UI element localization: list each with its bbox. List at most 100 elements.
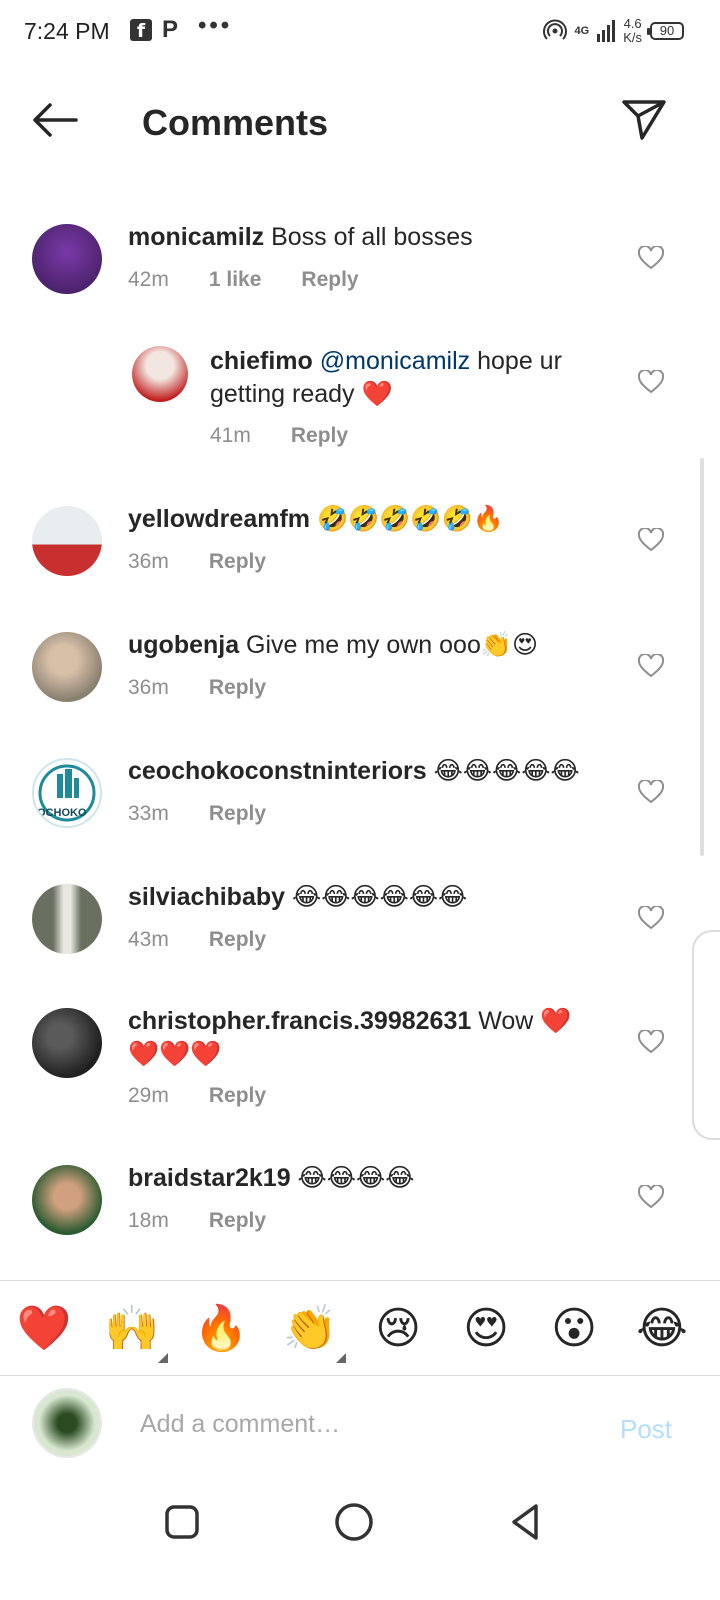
emoji-heart-eyes[interactable]: 😍 [458,1301,514,1357]
comment-time: 36m [128,550,169,573]
avatar[interactable] [32,632,102,702]
page-title: Comments [142,102,329,143]
comment-body: 😂😂😂😂 [290,1164,415,1192]
header: Comments [0,64,720,180]
comment-meta: 29m Reply [128,1084,266,1108]
comment-text: monicamilz Boss of all bosses [128,221,618,254]
system-nav-bar [0,1476,720,1600]
status-bar: 7:24 PM f P ••• 4G 4.6 K/s 90 [0,0,720,64]
mention-link[interactable]: @monicamilz [313,347,470,375]
hotspot-icon [542,19,567,40]
reply-button[interactable]: Reply [209,676,266,700]
comment-username[interactable]: monicamilz [128,223,264,251]
comment-meta: 18m Reply [128,1209,266,1233]
comment-time: 29m [128,1084,169,1107]
heart-icon[interactable] [638,906,664,930]
emoji-surprised-face[interactable]: 😮 [546,1301,602,1357]
reply-button[interactable]: Reply [209,1084,266,1108]
comment-username[interactable]: yellowdreamfm [128,505,310,533]
comment-text: braidstar2k19 😂😂😂😂 [128,1162,618,1195]
emoji-crying-face[interactable]: 😢 [370,1301,426,1357]
reply-button[interactable]: Reply [291,424,348,448]
avatar[interactable] [32,224,102,294]
heart-icon[interactable] [638,654,664,678]
skin-tone-indicator-icon [158,1353,168,1363]
avatar[interactable] [32,1165,102,1235]
recents-square-icon[interactable] [160,1500,204,1544]
battery-icon: 90 [647,22,684,40]
avatar[interactable] [32,506,102,576]
edge-panel-handle[interactable] [692,930,720,1140]
comment-input[interactable] [140,1402,580,1446]
comment-body: Give me my own ooo👏😍 [239,631,539,659]
comment-likes[interactable]: 1 like [209,268,262,292]
home-circle-icon[interactable] [332,1500,376,1544]
comment-username[interactable]: ceochokoconstninteriors [128,757,427,785]
more-notifications-icon: ••• [198,12,233,39]
heart-icon[interactable] [638,528,664,552]
comment-body: hope ur [470,347,562,375]
post-button[interactable]: Post [620,1414,672,1445]
comment-text: chiefimo @monicamilz hope ur getting read… [210,345,610,411]
avatar-label: OCHOKO [37,807,87,819]
comment-body: 😂😂😂😂😂😂 [285,883,468,911]
heart-icon[interactable] [638,370,664,394]
comment-text: christopher.francis.39982631 Wow ❤️ ❤️❤️❤… [128,1005,608,1071]
comment-text: silviachibaby 😂😂😂😂😂😂 [128,881,618,914]
signal-icon [597,20,616,42]
comment-body-line2: ❤️❤️❤️ [128,1040,222,1068]
comment-text: ceochokoconstninteriors 😂😂😂😂😂 [128,755,628,788]
comment-meta: 36m Reply [128,676,266,700]
network-speed: 4.6 K/s [623,16,642,45]
back-triangle-icon[interactable] [504,1500,548,1544]
comments-list[interactable]: monicamilz Boss of all bosses 42m 1 like… [0,180,720,1280]
emoji-heart[interactable]: ❤️ [16,1301,72,1357]
avatar[interactable] [32,1008,102,1078]
comment-body: 😂😂😂😂😂 [426,757,580,785]
status-time: 7:24 PM [24,18,110,44]
arrow-left-icon[interactable] [30,100,80,140]
emoji-fire[interactable]: 🔥 [193,1301,249,1357]
reply-button[interactable]: Reply [209,550,266,574]
comment-username[interactable]: ugobenja [128,631,239,659]
comment-body: Wow ❤️ [471,1007,572,1035]
comment-meta: 33m Reply [128,802,266,826]
comment-username[interactable]: chiefimo [210,347,313,375]
reply-button[interactable]: Reply [301,268,358,292]
reply-button[interactable]: Reply [209,802,266,826]
heart-icon[interactable] [638,780,664,804]
avatar[interactable]: OCHOKO [32,758,102,828]
heart-icon[interactable] [638,246,664,270]
avatar[interactable] [32,884,102,954]
comment-composer: Post [0,1376,720,1476]
comment-text: yellowdreamfm 🤣🤣🤣🤣🤣🔥 [128,503,618,536]
comment-username[interactable]: braidstar2k19 [128,1164,291,1192]
comment-meta: 36m Reply [128,550,266,574]
reply-button[interactable]: Reply [209,928,266,952]
my-avatar[interactable] [32,1388,102,1458]
reply-button[interactable]: Reply [209,1209,266,1233]
comment-meta: 42m 1 like Reply [128,268,359,292]
comment-username[interactable]: silviachibaby [128,883,285,911]
heart-icon[interactable] [638,1185,664,1209]
comment-meta: 41m Reply [210,424,348,448]
comment-time: 18m [128,1209,169,1232]
network-type: 4G [574,25,590,37]
comment-body: Boss of all bosses [264,223,473,251]
p-app-icon: P [162,16,179,43]
comment-time: 42m [128,268,169,291]
comment-body-line2: getting ready ❤️ [210,380,393,408]
emoji-raised-hands[interactable]: 🙌 [104,1301,160,1357]
scrollbar[interactable] [700,458,704,856]
emoji-tears-of-joy[interactable]: 😂 [634,1301,690,1357]
heart-icon[interactable] [638,1030,664,1054]
comment-time: 41m [210,424,251,447]
comment-text: ugobenja Give me my own ooo👏😍 [128,629,618,662]
emoji-clapping-hands[interactable]: 👏 [282,1301,338,1357]
comment-time: 33m [128,802,169,825]
comment-username[interactable]: christopher.francis.39982631 [128,1007,471,1035]
avatar[interactable] [132,346,188,402]
skin-tone-indicator-icon [336,1353,346,1363]
send-icon[interactable] [620,98,668,142]
emoji-quick-bar: ❤️ 🙌 🔥 👏 😢 😍 😮 😂 [0,1280,720,1376]
